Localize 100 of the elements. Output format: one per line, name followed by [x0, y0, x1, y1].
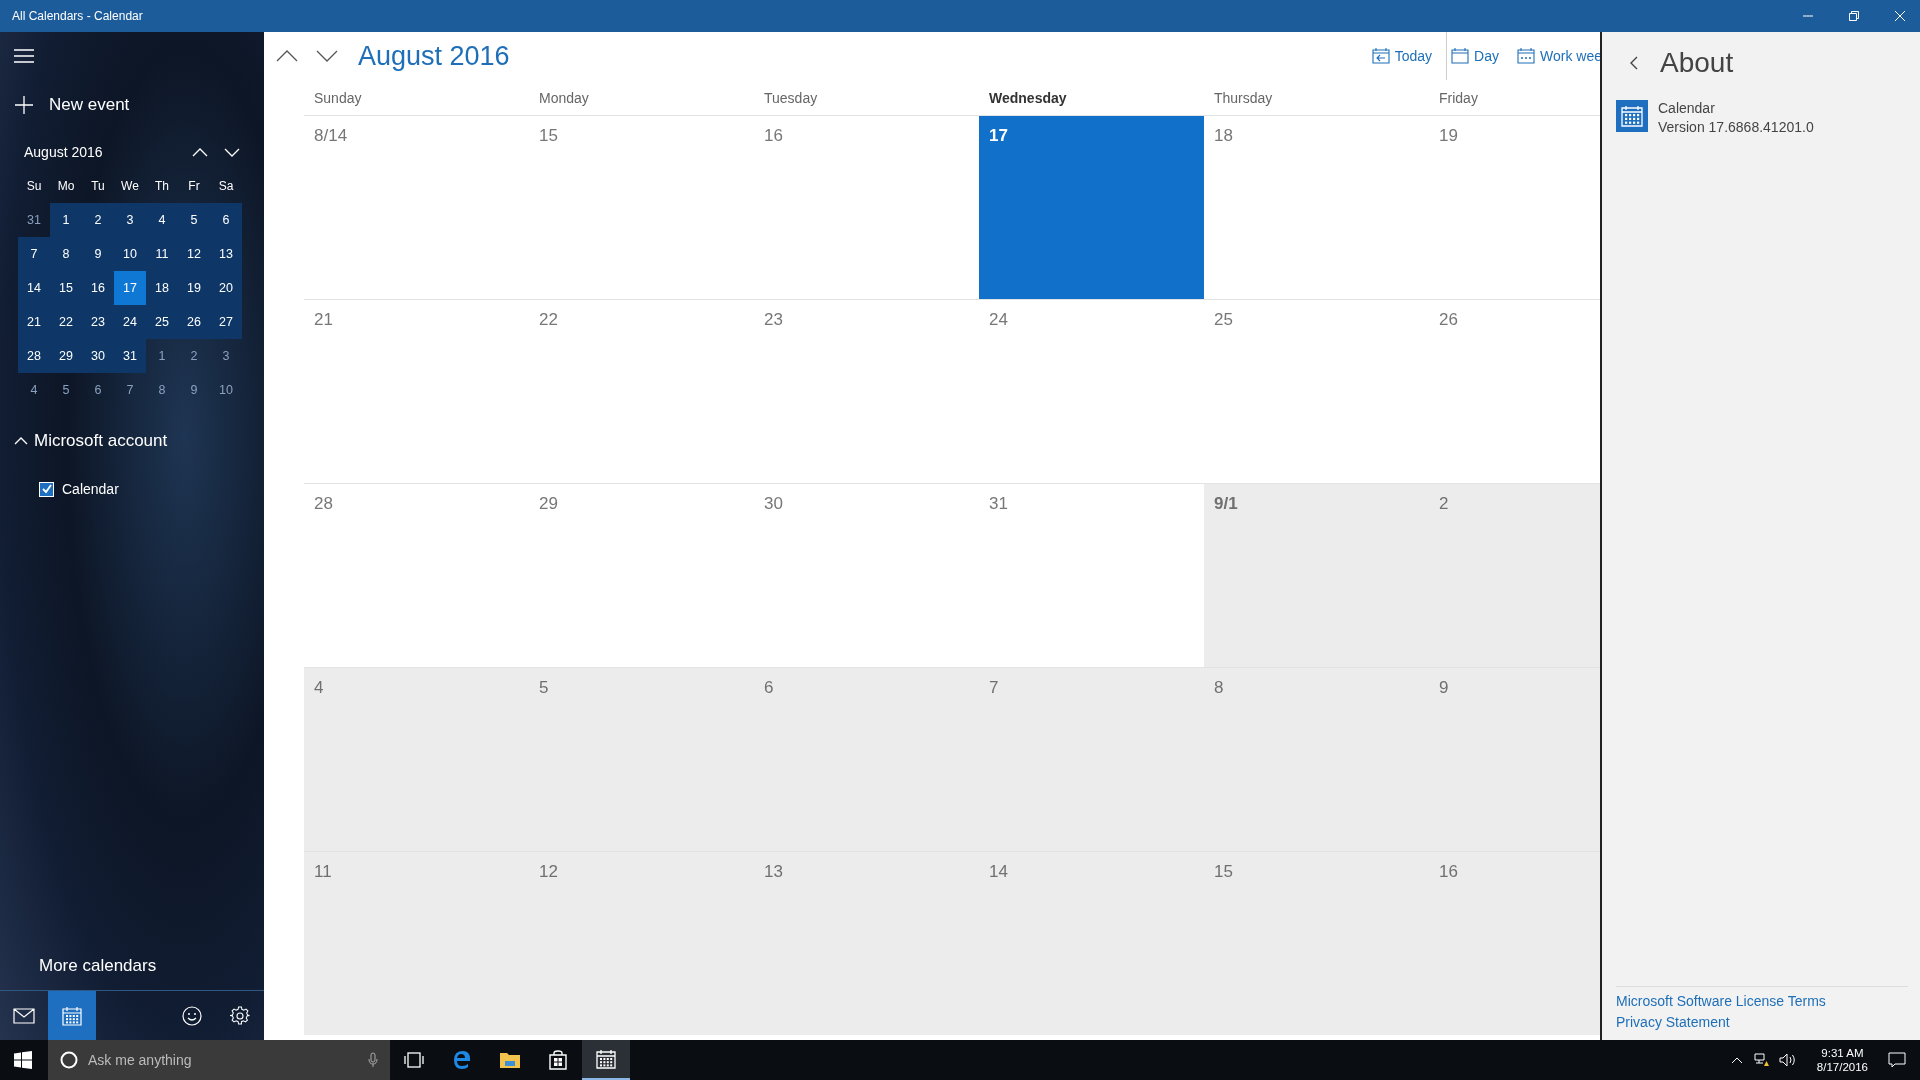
day-cell[interactable]: 9/1 — [1204, 484, 1429, 667]
day-cell[interactable]: 8 — [1204, 668, 1429, 851]
volume-icon[interactable] — [1778, 1053, 1797, 1067]
date-cell[interactable]: 8 — [50, 237, 82, 271]
day-cell[interactable]: 11 — [304, 852, 529, 1035]
date-cell[interactable]: 19 — [178, 271, 210, 305]
month-title: August 2016 — [24, 144, 103, 160]
date-cell[interactable]: 9 — [178, 373, 210, 407]
date-cell[interactable]: 27 — [210, 305, 242, 339]
date-cell[interactable]: 10 — [210, 373, 242, 407]
chevron-down-icon[interactable] — [316, 50, 338, 62]
day-number: 5 — [539, 678, 549, 697]
search-input[interactable]: Ask me anything — [86, 1051, 360, 1069]
date-cell[interactable]: 7 — [114, 373, 146, 407]
date-cell[interactable]: 24 — [114, 305, 146, 339]
date-cell[interactable]: 1 — [146, 339, 178, 373]
date-cell[interactable]: 5 — [178, 203, 210, 237]
day-number: 14 — [989, 862, 1008, 881]
clock-date[interactable]: 8/17/2016 — [1816, 1060, 1868, 1074]
menu-icon[interactable] — [14, 49, 34, 63]
back-icon[interactable] — [1629, 56, 1638, 70]
network-icon[interactable] — [1752, 1053, 1769, 1067]
date-cell[interactable]: 31 — [114, 339, 146, 373]
date-cell[interactable]: 3 — [210, 339, 242, 373]
date-cell[interactable]: 12 — [178, 237, 210, 271]
date-cell[interactable]: 6 — [210, 203, 242, 237]
restore-icon[interactable] — [1848, 10, 1860, 22]
weekday-header: Tuesday — [763, 89, 819, 106]
microphone-icon[interactable] — [368, 1052, 378, 1068]
date-cell[interactable]: 16 — [82, 271, 114, 305]
plus-icon — [15, 96, 33, 114]
date-cell[interactable]: 29 — [50, 339, 82, 373]
weekday-header: Friday — [1438, 89, 1479, 106]
date-cell[interactable]: 9 — [82, 237, 114, 271]
day-cell[interactable]: 6 — [754, 668, 979, 851]
day-cell[interactable]: 17 — [979, 116, 1204, 299]
day-cell[interactable]: 2 — [1429, 484, 1600, 667]
link[interactable]: Microsoft Software License Terms — [1616, 993, 1826, 1009]
chevron-up-icon[interactable] — [276, 50, 298, 62]
day-cell[interactable]: 15 — [1204, 852, 1429, 1035]
account-toggle[interactable]: Microsoft account — [14, 431, 168, 451]
date-cell[interactable]: 14 — [18, 271, 50, 305]
date-cell[interactable]: 3 — [114, 203, 146, 237]
date-cell[interactable]: 28 — [18, 339, 50, 373]
day-cell[interactable]: 9 — [1429, 668, 1600, 851]
more-calendars-link[interactable]: More calendars — [39, 956, 157, 976]
notification-icon[interactable] — [1888, 1052, 1906, 1068]
day-number: 17 — [989, 126, 1008, 145]
date-cell[interactable]: 22 — [50, 305, 82, 339]
day-number: 29 — [539, 494, 558, 513]
calendar-icon — [596, 1049, 616, 1069]
clock-time[interactable]: 9:31 AM — [1821, 1046, 1864, 1060]
day-number: 12 — [539, 862, 558, 881]
version-text: Version 17.6868.41201.0 — [1658, 119, 1814, 135]
close-icon[interactable] — [1894, 10, 1906, 22]
search-bar[interactable]: Ask me anything — [48, 1040, 390, 1080]
date-cell[interactable]: 4 — [18, 373, 50, 407]
date-cell[interactable]: 10 — [114, 237, 146, 271]
date-cell[interactable]: 7 — [18, 237, 50, 271]
checkbox[interactable] — [39, 481, 54, 497]
date-cell[interactable]: 26 — [178, 305, 210, 339]
day-number: 16 — [764, 126, 783, 145]
app-name: Calendar — [1658, 100, 1716, 116]
today-button[interactable]: Today — [1371, 48, 1433, 64]
date-cell[interactable]: 5 — [50, 373, 82, 407]
date-cell[interactable]: 6 — [82, 373, 114, 407]
calendar-button[interactable] — [48, 991, 96, 1040]
date-cell[interactable]: 4 — [146, 203, 178, 237]
weekday-label: Sa — [217, 178, 235, 195]
date-cell[interactable]: 31 — [18, 203, 50, 237]
day-cell[interactable]: 16 — [1429, 852, 1600, 1035]
date-cell[interactable]: 25 — [146, 305, 178, 339]
day-cell[interactable]: 13 — [754, 852, 979, 1035]
day-cell[interactable]: 7 — [979, 668, 1204, 851]
day-number: 6 — [764, 678, 774, 697]
date-cell[interactable]: 30 — [82, 339, 114, 373]
date-cell[interactable]: 2 — [178, 339, 210, 373]
date-cell[interactable]: 23 — [82, 305, 114, 339]
link[interactable]: Privacy Statement — [1616, 1014, 1730, 1030]
day-cell[interactable]: 5 — [529, 668, 754, 851]
date-cell[interactable]: 13 — [210, 237, 242, 271]
date-cell[interactable]: 11 — [146, 237, 178, 271]
day-cell[interactable]: 14 — [979, 852, 1204, 1035]
shopping-bag-icon — [548, 1050, 568, 1070]
day-cell[interactable]: 4 — [304, 668, 529, 851]
date-cell[interactable]: 15 — [50, 271, 82, 305]
calendar-icon — [1451, 48, 1470, 64]
day-view-button[interactable]: Day — [1451, 48, 1499, 64]
date-cell[interactable]: 21 — [18, 305, 50, 339]
new-event-button[interactable]: New event — [15, 95, 130, 115]
date-cell[interactable]: 20 — [210, 271, 242, 305]
date-cell[interactable]: 2 — [82, 203, 114, 237]
date-cell[interactable]: 1 — [50, 203, 82, 237]
date-cell[interactable]: 8 — [146, 373, 178, 407]
date-cell[interactable]: 18 — [146, 271, 178, 305]
start-icon[interactable] — [14, 1051, 32, 1069]
day-cell[interactable]: 12 — [529, 852, 754, 1035]
date-cell[interactable]: 17 — [114, 271, 146, 305]
day-number: 4 — [314, 678, 324, 697]
calendar-taskbar-button[interactable] — [582, 1040, 630, 1080]
